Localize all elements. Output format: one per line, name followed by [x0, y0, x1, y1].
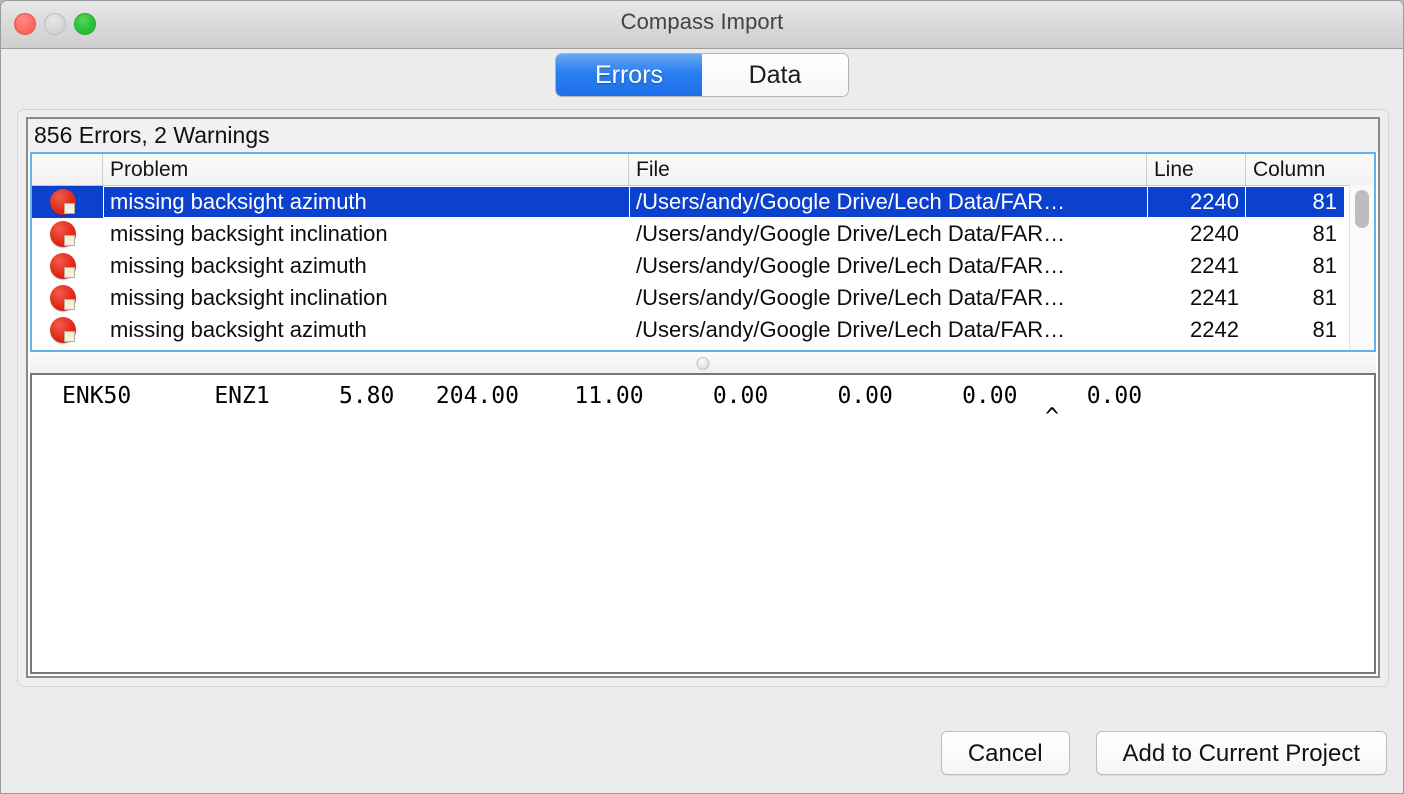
- error-icon: [50, 253, 76, 279]
- table-row[interactable]: missing backsight azimuth /Users/andy/Go…: [32, 250, 1374, 282]
- cell-file: /Users/andy/Google Drive/Lech Data/FAR…: [636, 285, 1066, 310]
- data-preview-caret: ^: [62, 404, 1059, 430]
- table-header-row: Problem File Line Column: [32, 154, 1374, 186]
- error-icon-cell: [32, 186, 103, 218]
- error-icon-cell: [32, 314, 103, 346]
- tab-bar: Errors Data: [1, 49, 1403, 103]
- dialog-footer: Cancel Add to Current Project: [940, 731, 1387, 775]
- table-row[interactable]: missing backsight azimuth /Users/andy/Go…: [32, 186, 1374, 218]
- error-icon: [50, 317, 76, 343]
- compass-import-window: Compass Import Errors Data 856 Errors, 2…: [0, 0, 1404, 794]
- error-icon-cell: [32, 218, 103, 250]
- error-icon: [50, 221, 76, 247]
- column-header-file[interactable]: File: [629, 154, 1147, 185]
- error-icon: [50, 285, 76, 311]
- error-summary: 856 Errors, 2 Warnings: [28, 119, 1378, 152]
- column-header-icon[interactable]: [32, 154, 103, 185]
- column-header-line[interactable]: Line: [1147, 154, 1246, 185]
- data-preview-pane[interactable]: ENK50 ENZ1 5.80 204.00 11.00 0.00 0.00 0…: [30, 373, 1376, 674]
- cell-problem: missing backsight azimuth: [110, 253, 367, 278]
- cell-column: 81: [1246, 186, 1344, 218]
- cell-line: 2240: [1190, 221, 1239, 246]
- cell-column: 81: [1312, 285, 1337, 310]
- error-icon-cell: [32, 282, 103, 314]
- error-icon-cell: [32, 250, 103, 282]
- cell-problem: missing backsight azimuth: [103, 186, 629, 218]
- content-panel: 856 Errors, 2 Warnings Problem File Line…: [17, 109, 1389, 687]
- cell-file: /Users/andy/Google Drive/Lech Data/FAR…: [636, 317, 1066, 342]
- table-row[interactable]: missing backsight inclination /Users/and…: [32, 218, 1374, 250]
- table-vertical-scrollbar[interactable]: [1349, 185, 1374, 350]
- table-row[interactable]: missing backsight inclination /Users/and…: [32, 282, 1374, 314]
- cell-file: /Users/andy/Google Drive/Lech Data/FAR…: [636, 253, 1066, 278]
- errors-box: 856 Errors, 2 Warnings Problem File Line…: [26, 117, 1380, 678]
- error-icon: [50, 189, 76, 215]
- cell-problem: missing backsight azimuth: [110, 317, 367, 342]
- cell-problem: missing backsight inclination: [110, 285, 388, 310]
- table-row[interactable]: missing backsight azimuth /Users/andy/Go…: [32, 314, 1374, 346]
- cell-line: 2241: [1190, 285, 1239, 310]
- cell-problem: missing backsight inclination: [110, 221, 388, 246]
- cell-column: 81: [1312, 317, 1337, 342]
- errors-table: Problem File Line Column missing backsig…: [30, 152, 1376, 352]
- cell-column: 81: [1312, 253, 1337, 278]
- column-header-column[interactable]: Column: [1246, 154, 1344, 185]
- cell-line: 2240: [1147, 186, 1246, 218]
- splitter-grip[interactable]: [696, 357, 710, 370]
- cancel-button[interactable]: Cancel: [940, 731, 1070, 775]
- column-header-problem[interactable]: Problem: [103, 154, 629, 185]
- tab-data[interactable]: Data: [702, 54, 848, 96]
- cell-line: 2241: [1190, 253, 1239, 278]
- add-to-current-project-button[interactable]: Add to Current Project: [1095, 731, 1387, 775]
- cell-file: /Users/andy/Google Drive/Lech Data/FAR…: [636, 221, 1066, 246]
- table-body: missing backsight azimuth /Users/andy/Go…: [32, 186, 1374, 350]
- cell-line: 2242: [1190, 317, 1239, 342]
- table-scrollbar-thumb[interactable]: [1355, 190, 1369, 228]
- cell-file: /Users/andy/Google Drive/Lech Data/FAR…: [629, 186, 1147, 218]
- segmented-control: Errors Data: [556, 54, 848, 96]
- tab-errors[interactable]: Errors: [556, 54, 702, 96]
- cell-column: 81: [1312, 221, 1337, 246]
- pane-splitter[interactable]: [30, 352, 1376, 373]
- window-titlebar: Compass Import: [1, 1, 1403, 49]
- window-title: Compass Import: [620, 9, 784, 34]
